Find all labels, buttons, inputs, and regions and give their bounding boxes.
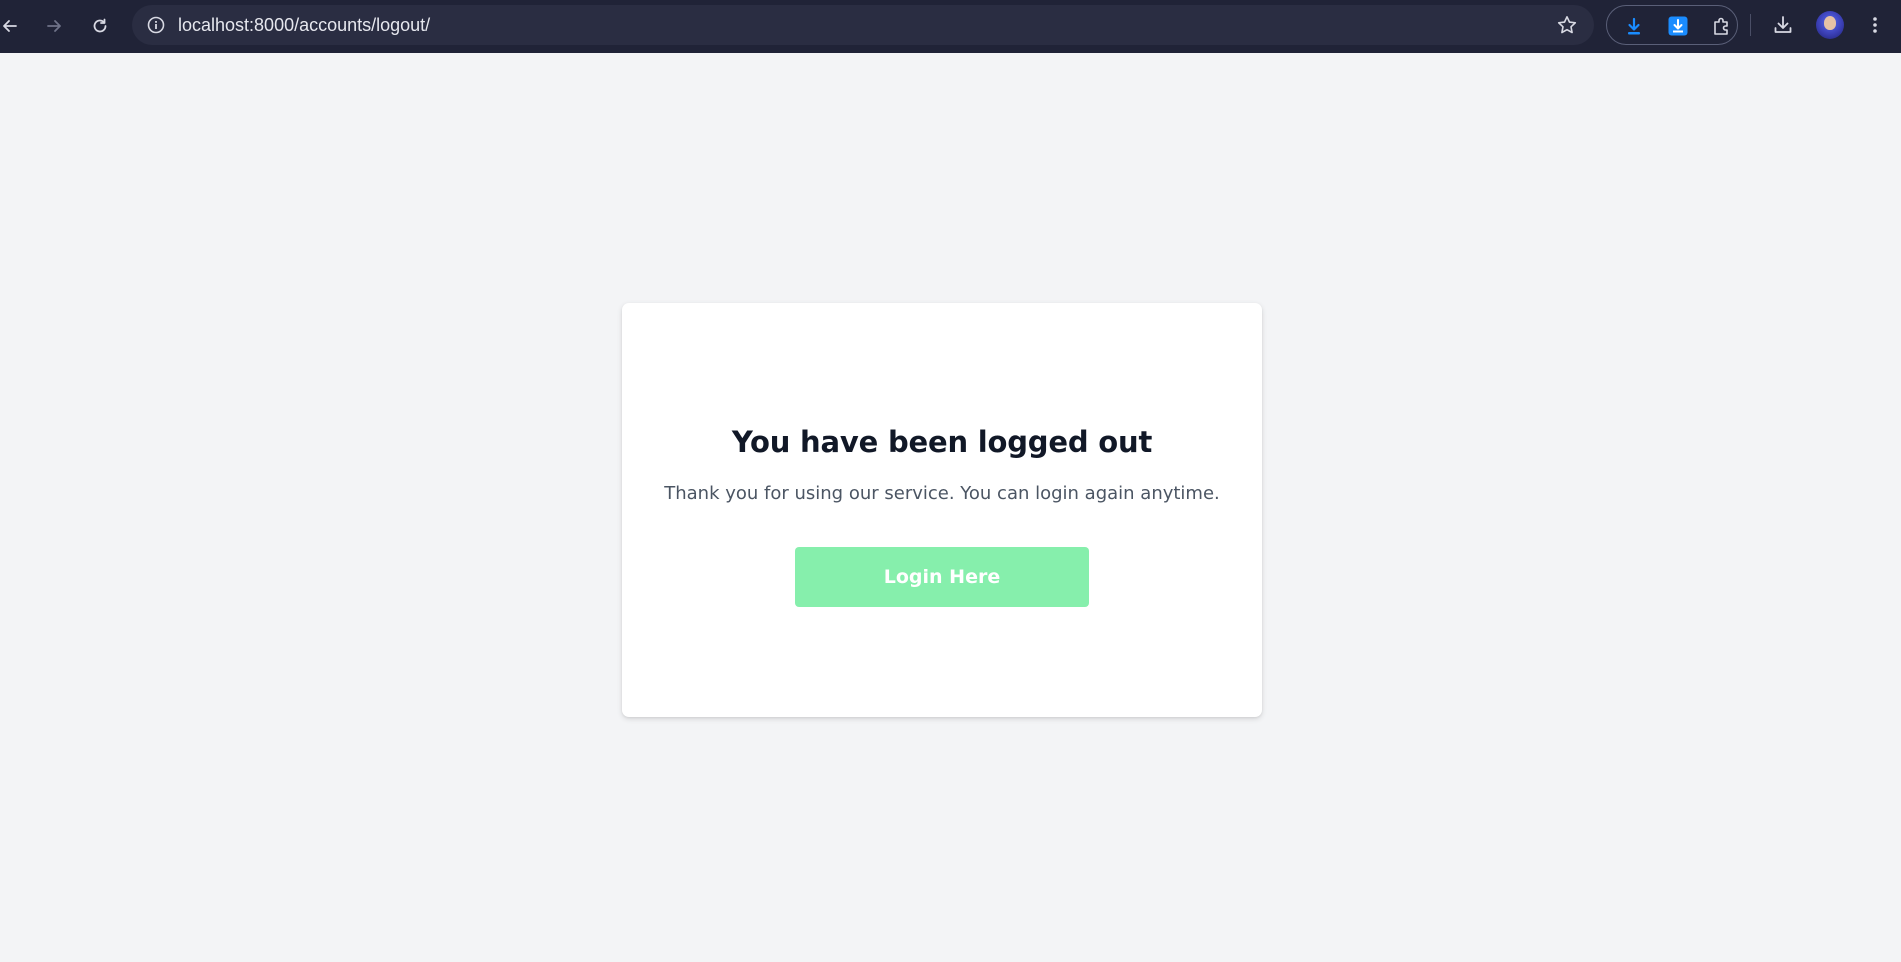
logout-card: You have been logged out Thank you for u… xyxy=(622,303,1262,717)
page-title: You have been logged out xyxy=(731,425,1153,459)
download-box-icon[interactable] xyxy=(1667,15,1689,37)
reload-button[interactable] xyxy=(86,12,114,40)
address-bar-url[interactable]: localhost:8000/accounts/logout/ xyxy=(178,15,430,36)
forward-button[interactable] xyxy=(40,12,68,40)
arrow-right-icon xyxy=(47,20,61,32)
extensions-group xyxy=(1606,5,1738,45)
login-button[interactable]: Login Here xyxy=(795,547,1089,607)
back-button[interactable] xyxy=(0,12,24,40)
arrow-left-icon xyxy=(3,20,17,32)
download-icon[interactable] xyxy=(1770,12,1796,38)
kebab-menu-icon[interactable] xyxy=(1862,12,1888,38)
logout-message: Thank you for using our service. You can… xyxy=(664,483,1220,504)
toolbar-divider xyxy=(1750,14,1751,36)
page-content: You have been logged out Thank you for u… xyxy=(0,53,1901,962)
info-icon[interactable] xyxy=(145,14,167,36)
star-icon[interactable] xyxy=(1556,14,1578,36)
avatar[interactable] xyxy=(1816,11,1844,39)
address-bar[interactable]: localhost:8000/accounts/logout/ xyxy=(132,5,1594,45)
reload-icon xyxy=(93,18,107,33)
puzzle-icon[interactable] xyxy=(1711,15,1733,37)
download-arrow-icon[interactable] xyxy=(1623,15,1645,37)
browser-toolbar: localhost:8000/accounts/logout/ xyxy=(0,0,1901,53)
